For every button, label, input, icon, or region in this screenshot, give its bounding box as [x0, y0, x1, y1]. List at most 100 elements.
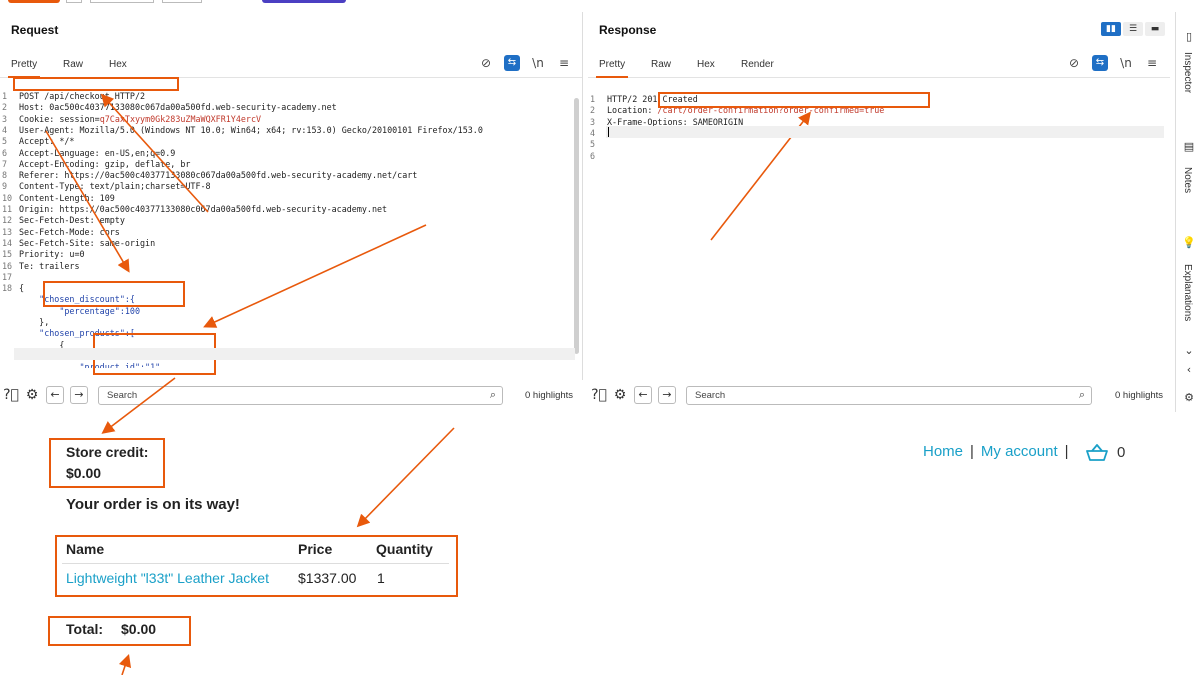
next-match-button[interactable]: → — [70, 386, 88, 404]
code-line: }, — [0, 317, 582, 328]
gear-icon[interactable]: ⚙ — [23, 386, 41, 404]
cart-icon[interactable] — [1086, 443, 1108, 461]
request-tabs: Pretty Raw Hex ⊘ ⇆ \n ≡ — [0, 52, 582, 78]
code-line: 12 Sec-Fetch-Dest: empty — [0, 215, 582, 226]
layout-toggle: ▮▮ ☰ ▬ — [1101, 22, 1165, 36]
current-line-highlight — [606, 126, 1164, 138]
search-input[interactable]: Search ⌕ — [686, 386, 1092, 405]
help-icon[interactable]: ?⃝ — [590, 386, 608, 404]
search-icon: ⌕ — [489, 388, 496, 401]
send-button[interactable] — [8, 0, 60, 3]
code-line: 2 Host: 0ac500c40377133080c067da00a500fd.… — [0, 102, 582, 113]
code-line: "product_id":"1", — [0, 362, 582, 368]
tab-hex[interactable]: Hex — [106, 56, 130, 78]
request-editor[interactable]: 1 POST /api/checkout HTTP/2 2 Host: 0ac500c… — [0, 78, 582, 368]
inspector-tab[interactable]: Inspector — [1182, 52, 1193, 93]
code-text: Host: 0ac500c40377133080c067da00a500fd.w… — [19, 102, 337, 113]
line-number: 14 — [2, 237, 13, 248]
code-line: 13 Sec-Fetch-Mode: cors — [0, 227, 582, 238]
cart-count: 0 — [1117, 444, 1126, 461]
search-input[interactable]: Search ⌕ — [98, 386, 503, 405]
toolbar-primary-button[interactable] — [262, 0, 346, 3]
chevron-down-icon[interactable]: ⌄ — [1182, 344, 1196, 358]
line-number: 2 — [590, 105, 596, 116]
nav-separator: | — [1064, 443, 1069, 460]
code-line: "percentage":100 — [0, 306, 582, 317]
code-text: Content-Type: text/plain;charset=UTF-8 — [19, 181, 211, 192]
toolbar-button[interactable] — [66, 0, 82, 3]
gear-icon[interactable]: ⚙ — [611, 386, 629, 404]
tab-render[interactable]: Render — [738, 56, 777, 78]
prev-match-button[interactable]: ← — [634, 386, 652, 404]
explanations-tab[interactable]: Explanations — [1182, 264, 1193, 321]
tab-raw[interactable]: Raw — [648, 56, 674, 78]
toolbar-button[interactable] — [90, 0, 154, 3]
help-icon[interactable]: ?⃝ — [2, 386, 20, 404]
code-line: "chosen_products":[ — [0, 328, 582, 339]
inspector-icon[interactable]: ▯ — [1182, 30, 1196, 44]
line-number: 6 — [2, 147, 8, 158]
my-account-link[interactable]: My account — [981, 443, 1058, 460]
next-match-button[interactable]: → — [658, 386, 676, 404]
code-line: 11 Origin: https://0ac500c40377133080c067… — [0, 204, 582, 215]
code-text: Content-Length: 109 — [19, 192, 115, 203]
gear-icon[interactable]: ⚙ — [1182, 391, 1196, 405]
highlights-count: 0 highlights — [525, 390, 574, 401]
line-number: 3 — [590, 116, 596, 127]
annotation-box-location — [658, 92, 930, 108]
single-pane-icon[interactable]: ▬ — [1145, 22, 1165, 36]
lightbulb-icon[interactable]: 💡 — [1182, 236, 1196, 250]
code-text: Accept: */* — [19, 136, 75, 147]
prev-match-button[interactable]: ← — [46, 386, 64, 404]
annotation-box-discount — [43, 281, 185, 307]
code-text: User-Agent: Mozilla/5.0 (Windows NT 10.0… — [19, 124, 483, 135]
line-number: 9 — [2, 181, 8, 192]
hide-nonprintable-icon[interactable]: ⊘ — [1066, 55, 1082, 71]
line-number: 17 — [2, 271, 13, 282]
split-horizontal-icon[interactable]: ▮▮ — [1101, 22, 1121, 36]
code-text: Accept-Encoding: gzip, deflate, br — [19, 158, 191, 169]
notes-icon[interactable]: ▤ — [1182, 140, 1196, 154]
annotation-box-total — [48, 616, 191, 646]
wrap-lines-icon[interactable]: ⇆ — [1092, 55, 1108, 71]
line-number: 11 — [2, 204, 13, 214]
highlights-count: 0 highlights — [1115, 390, 1164, 401]
code-line: 4 User-Agent: Mozilla/5.0 (Windows NT 10.… — [0, 125, 582, 136]
menu-icon[interactable]: ≡ — [556, 55, 572, 71]
code-text: }, — [19, 317, 50, 327]
newline-toggle[interactable]: \n — [1118, 55, 1134, 71]
code-line: 5 Accept: */* — [0, 136, 582, 147]
request-scrollbar[interactable] — [574, 98, 579, 354]
home-link[interactable]: Home — [923, 443, 963, 460]
code-line: 16 Te: trailers — [0, 261, 582, 272]
response-editor[interactable]: 1 HTTP/2 201 Created 2 Location: /cart/orde… — [588, 78, 1170, 368]
code-text: Priority: u=0 — [19, 249, 85, 260]
line-number: 13 — [2, 226, 13, 237]
response-title: Response — [599, 23, 657, 37]
request-title: Request — [11, 23, 59, 37]
line-number: 1 — [2, 91, 8, 101]
line-number: 18 — [2, 283, 13, 294]
chevron-left-icon[interactable]: ‹ — [1182, 363, 1196, 377]
tab-hex[interactable]: Hex — [694, 56, 718, 78]
line-number: 15 — [2, 249, 13, 260]
wrap-lines-icon[interactable]: ⇆ — [504, 55, 520, 71]
tab-pretty[interactable]: Pretty — [8, 56, 41, 78]
notes-tab[interactable]: Notes — [1182, 167, 1193, 193]
tab-pretty[interactable]: Pretty — [596, 56, 629, 78]
hide-nonprintable-icon[interactable]: ⊘ — [478, 55, 494, 71]
code-line: 8 Referer: https://0ac500c40377133080c067… — [0, 170, 582, 181]
toolbar-button[interactable] — [162, 0, 202, 3]
tab-raw[interactable]: Raw — [60, 56, 86, 78]
code-line: 3 Cookie: session=q7CaxTxyym0Gk283uZMaWQX… — [0, 114, 582, 125]
newline-toggle[interactable]: \n — [530, 55, 546, 71]
line-number: 5 — [590, 139, 596, 150]
code-text: Accept-Language: en-US,en;q=0.9 — [19, 147, 176, 158]
code-text: POST /api/checkout HTTP/2 — [19, 91, 146, 101]
line-number: 8 — [2, 170, 8, 181]
split-vertical-icon[interactable]: ☰ — [1123, 22, 1143, 36]
menu-icon[interactable]: ≡ — [1144, 55, 1160, 71]
code-line: 5 — [588, 139, 1170, 150]
code-text: Referer: https://0ac500c40377133080c067d… — [19, 170, 418, 181]
search-placeholder: Search — [107, 390, 138, 401]
